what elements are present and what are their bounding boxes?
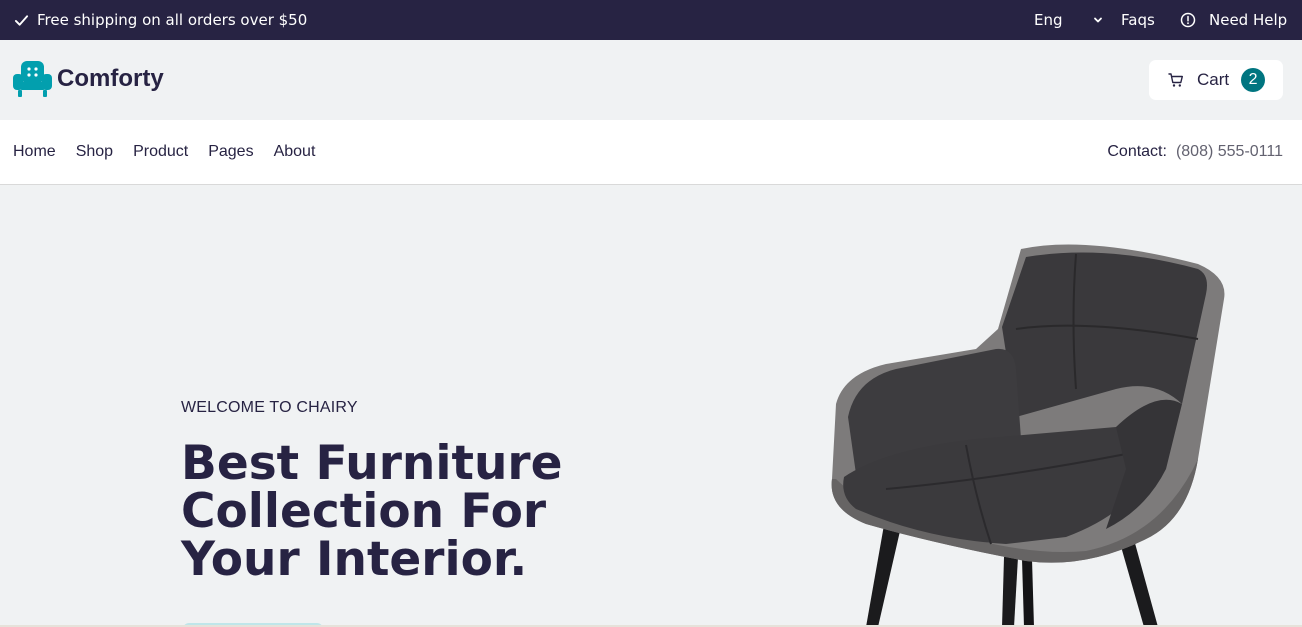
top-announcement-bar: Free shipping on all orders over $50 Eng… — [0, 0, 1302, 40]
need-help-label: Need Help — [1209, 11, 1288, 29]
hero-section: WELCOME TO CHAIRY Best Furniture Collect… — [0, 185, 1302, 627]
cart-button[interactable]: Cart 2 — [1149, 60, 1283, 100]
cart-icon — [1168, 73, 1183, 87]
chevron-down-icon — [1093, 17, 1102, 23]
language-label: Eng — [1034, 11, 1063, 29]
hero-title: Best Furniture Collection For Your Inter… — [181, 436, 563, 587]
nav-menu: Home Shop Product Pages About — [13, 120, 335, 184]
shipping-text: Free shipping on all orders over $50 — [37, 11, 308, 29]
site-header: Comforty Cart 2 — [0, 40, 1302, 120]
cart-count-badge: 2 — [1241, 68, 1266, 92]
brand-name: Comforty — [57, 65, 164, 92]
shipping-notice: Free shipping on all orders over $50 — [14, 0, 307, 40]
nav-item-about[interactable]: About — [274, 143, 316, 161]
hero-kicker: WELCOME TO CHAIRY — [181, 399, 358, 416]
brand-logo[interactable]: Comforty — [12, 60, 164, 98]
alert-circle-icon — [1180, 12, 1196, 28]
contact-phone[interactable]: (808) 555-0111 — [1176, 143, 1283, 161]
main-navigation: Home Shop Product Pages About Contact: (… — [0, 120, 1302, 185]
cart-label: Cart — [1197, 70, 1230, 89]
nav-item-product[interactable]: Product — [133, 143, 188, 161]
armchair-product-image — [831, 244, 1225, 627]
contact-info: Contact: (808) 555-0111 — [1107, 120, 1283, 184]
nav-item-home[interactable]: Home — [13, 143, 56, 161]
faqs-link[interactable]: Faqs — [1121, 0, 1155, 40]
nav-item-pages[interactable]: Pages — [208, 143, 253, 161]
check-icon — [14, 14, 29, 26]
language-selector[interactable]: Eng — [1034, 0, 1103, 40]
armchair-icon — [13, 61, 52, 97]
need-help-link[interactable]: Need Help — [1180, 0, 1287, 40]
nav-item-shop[interactable]: Shop — [76, 143, 113, 161]
contact-label: Contact: — [1107, 143, 1167, 160]
